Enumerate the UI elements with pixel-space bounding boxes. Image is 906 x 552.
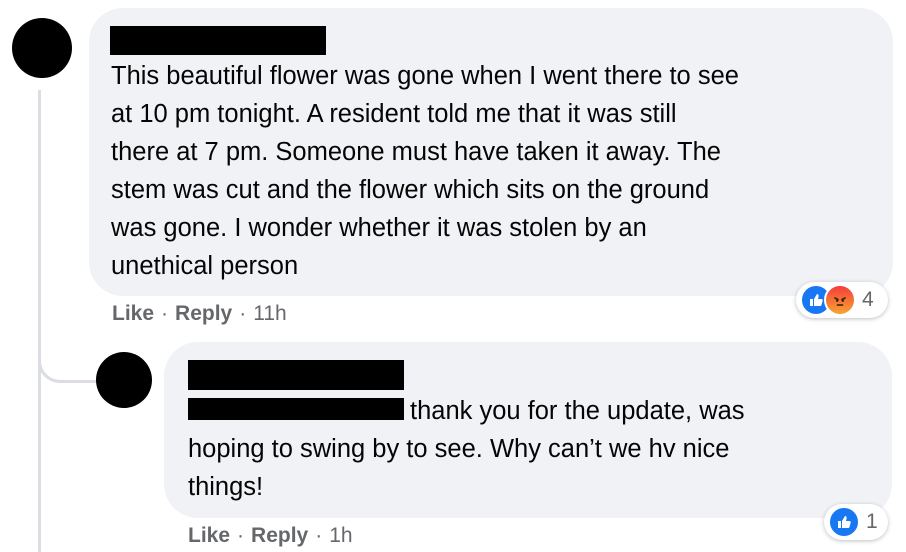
redacted-author-name[interactable] bbox=[110, 26, 326, 55]
timestamp[interactable]: 11h bbox=[253, 302, 286, 326]
reply-actions: Like · Reply · 1h bbox=[188, 524, 353, 548]
separator: · bbox=[161, 302, 169, 325]
reply-avatar[interactable] bbox=[96, 352, 152, 408]
redacted-author-name[interactable] bbox=[188, 360, 404, 390]
reaction-count: 1 bbox=[866, 510, 878, 533]
reaction-count: 4 bbox=[862, 288, 874, 311]
like-button[interactable]: Like bbox=[112, 302, 154, 326]
angry-icon bbox=[824, 284, 856, 316]
reply-text-first-line: thank you for the update, was bbox=[410, 397, 745, 425]
avatar[interactable] bbox=[12, 18, 72, 78]
like-icon bbox=[828, 506, 860, 538]
separator: · bbox=[239, 302, 247, 325]
comment-text: This beautiful flower was gone when I we… bbox=[111, 62, 739, 280]
separator: · bbox=[315, 524, 323, 547]
timestamp[interactable]: 1h bbox=[329, 524, 352, 548]
reply-text: hoping to swing by to see. Why can’t we … bbox=[188, 435, 730, 501]
separator: · bbox=[237, 524, 245, 547]
comment-bubble: This beautiful flower was gone when I we… bbox=[89, 8, 893, 296]
comment-actions: Like · Reply · 11h bbox=[112, 302, 287, 326]
comment-reactions[interactable]: 4 bbox=[796, 282, 888, 318]
thread-line bbox=[38, 90, 41, 552]
redacted-mention[interactable] bbox=[188, 398, 404, 420]
reply-button[interactable]: Reply bbox=[175, 302, 232, 326]
reply-reactions[interactable]: 1 bbox=[824, 504, 888, 540]
reply-bubble: thank you for the update, was hoping to … bbox=[164, 342, 892, 518]
reply-button[interactable]: Reply bbox=[251, 524, 308, 548]
like-button[interactable]: Like bbox=[188, 524, 230, 548]
thread-branch bbox=[38, 330, 101, 383]
